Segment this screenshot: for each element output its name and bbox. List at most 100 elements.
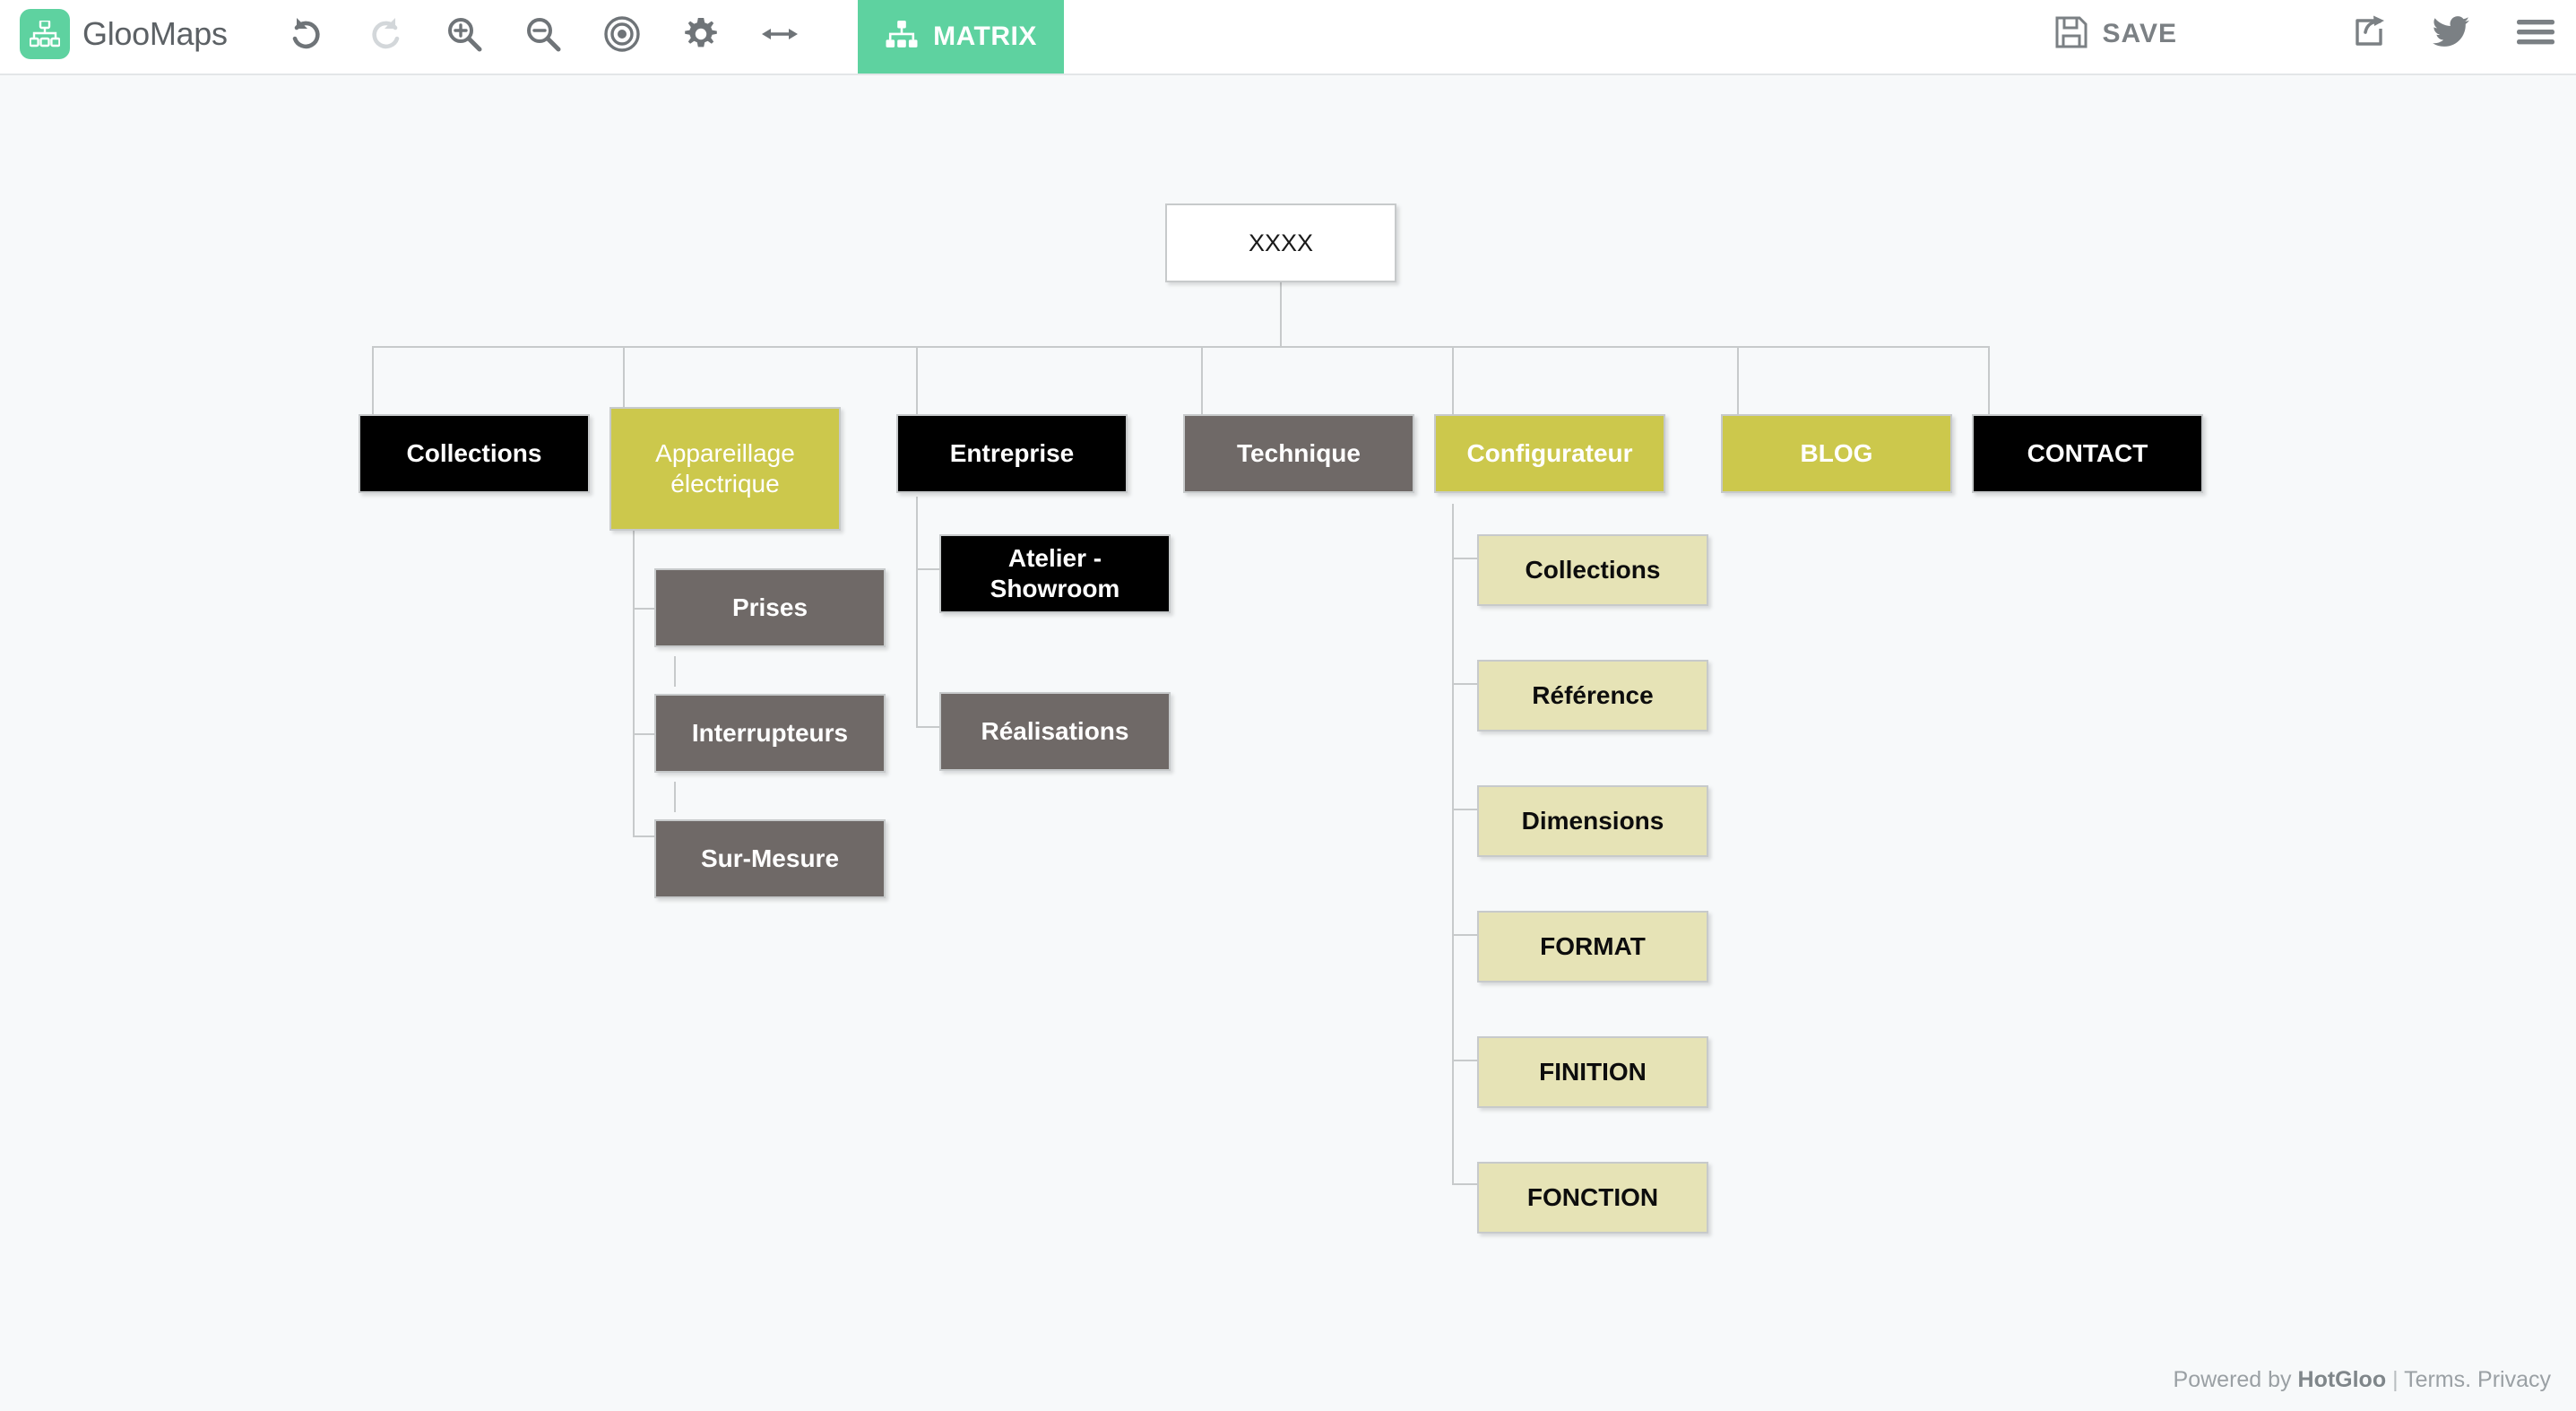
tab-matrix-label: MATRIX xyxy=(933,22,1037,51)
edge-drop-collections xyxy=(372,346,374,414)
edge-level1-bus xyxy=(372,346,1990,348)
sitemap-canvas[interactable]: XXXX Collections Appareillage électrique… xyxy=(0,75,2576,1411)
sitemap-node-label: XXXX xyxy=(1248,229,1314,256)
resize-button[interactable] xyxy=(753,7,807,61)
edge-configurateur-br-2 xyxy=(1452,683,1477,685)
edge-drop-contact xyxy=(1988,346,1990,414)
edge-configurateur-br-4 xyxy=(1452,934,1477,936)
sitemap-icon xyxy=(20,9,70,59)
edge-configurateur-br-1 xyxy=(1452,558,1477,559)
arrows-horizontal-icon xyxy=(760,15,800,53)
sitemap-node-config-reference[interactable]: Référence xyxy=(1477,660,1708,731)
redo-icon xyxy=(367,15,404,53)
top-toolbar: GlooMaps MATRIX SAVE xyxy=(0,0,2576,75)
twitter-icon xyxy=(2433,15,2470,53)
sitemap-node-collections[interactable]: Collections xyxy=(359,414,590,493)
brand-name: GlooMaps xyxy=(82,15,228,52)
undo-icon xyxy=(288,15,325,53)
sitemap-node-sur-mesure[interactable]: Sur-Mesure xyxy=(654,819,886,898)
sitemap-node-label: Collections xyxy=(1525,555,1661,584)
edge-drop-technique xyxy=(1201,346,1203,414)
sitemap-node-label: Prises xyxy=(731,593,808,621)
floppy-disk-icon xyxy=(2054,15,2088,54)
twitter-button[interactable] xyxy=(2433,15,2470,53)
footer-terms-link[interactable]: Terms xyxy=(2404,1367,2465,1392)
sitemap-icon xyxy=(885,20,919,54)
sitemap-node-appareillage-electrique[interactable]: Appareillage électrique xyxy=(609,407,841,531)
edge-entreprise-br-1 xyxy=(916,568,941,570)
tab-matrix[interactable]: MATRIX xyxy=(858,0,1064,74)
sitemap-node-configurateur[interactable]: Configurateur xyxy=(1434,414,1665,493)
save-label: SAVE xyxy=(2102,19,2177,48)
brand: GlooMaps xyxy=(20,9,228,59)
sitemap-node-interrupteurs[interactable]: Interrupteurs xyxy=(654,694,886,773)
sitemap-node-entreprise[interactable]: Entreprise xyxy=(896,414,1128,493)
edge-appareillage-br-2 xyxy=(633,733,656,735)
sitemap-node-label: Atelier - Showroom xyxy=(990,543,1120,602)
save-button[interactable]: SAVE xyxy=(2054,7,2177,61)
edge-configurateur-spine xyxy=(1452,504,1454,1183)
sitemap-node-blog[interactable]: BLOG xyxy=(1721,414,1952,493)
sitemap-node-label: Référence xyxy=(1532,680,1654,709)
sitemap-node-label: Dimensions xyxy=(1521,806,1664,835)
edge-drop-blog xyxy=(1737,346,1739,414)
target-icon xyxy=(603,15,641,53)
gear-icon xyxy=(682,15,720,53)
sitemap-node-atelier-showroom[interactable]: Atelier - Showroom xyxy=(939,534,1171,613)
edge-configurateur-br-5 xyxy=(1452,1060,1477,1061)
sitemap-node-prises[interactable]: Prises xyxy=(654,568,886,647)
sitemap-node-label: FORMAT xyxy=(1540,931,1646,960)
redo-button[interactable] xyxy=(359,7,412,61)
sitemap-node-label: Interrupteurs xyxy=(691,718,849,747)
edge-appareillage-stub-1 xyxy=(674,656,676,687)
zoom-out-icon xyxy=(524,15,562,53)
footer-dot: . xyxy=(2465,1367,2472,1392)
share-button[interactable] xyxy=(2350,14,2386,55)
menu-button[interactable] xyxy=(2517,18,2554,51)
edge-entreprise-br-2 xyxy=(916,726,941,728)
footer-separator: | xyxy=(2392,1367,2399,1392)
sitemap-node-label: CONTACT xyxy=(2027,438,2148,467)
footer-privacy-link[interactable]: Privacy xyxy=(2477,1367,2551,1392)
sitemap-node-config-dimensions[interactable]: Dimensions xyxy=(1477,785,1708,857)
settings-button[interactable] xyxy=(674,7,728,61)
sitemap-node-label: Réalisations xyxy=(981,716,1129,745)
edge-drop-appareillage xyxy=(623,346,625,407)
center-button[interactable] xyxy=(595,7,649,61)
sitemap-node-config-format[interactable]: FORMAT xyxy=(1477,911,1708,983)
sitemap-node-label: Configurateur xyxy=(1466,438,1633,467)
edge-appareillage-br-1 xyxy=(633,608,656,610)
edge-appareillage-br-3 xyxy=(633,835,656,837)
footer-powered-by: Powered by xyxy=(2173,1367,2292,1392)
sitemap-node-label: FONCTION xyxy=(1526,1182,1659,1211)
zoom-in-button[interactable] xyxy=(437,7,491,61)
sitemap-node-config-collections[interactable]: Collections xyxy=(1477,534,1708,606)
edge-appareillage-spine xyxy=(633,531,635,837)
sitemap-node-label: Technique xyxy=(1237,438,1361,467)
sitemap-node-technique[interactable]: Technique xyxy=(1183,414,1414,493)
undo-button[interactable] xyxy=(280,7,333,61)
share-icon xyxy=(2350,14,2386,55)
footer-company: HotGloo xyxy=(2297,1367,2387,1392)
sitemap-node-config-fonction[interactable]: FONCTION xyxy=(1477,1162,1708,1234)
edge-configurateur-br-3 xyxy=(1452,809,1477,810)
sitemap-node-config-finition[interactable]: FINITION xyxy=(1477,1036,1708,1108)
sitemap-node-label: Appareillage électrique xyxy=(655,438,795,498)
zoom-in-icon xyxy=(445,15,483,53)
toolbar-right-icons xyxy=(2350,7,2554,61)
sitemap-node-realisations[interactable]: Réalisations xyxy=(939,692,1171,771)
sitemap-node-label: Sur-Mesure xyxy=(700,844,840,872)
footer: Powered by HotGloo | Terms. Privacy xyxy=(2174,1367,2551,1393)
sitemap-node-contact[interactable]: CONTACT xyxy=(1972,414,2203,493)
sitemap-node-root[interactable]: XXXX xyxy=(1165,203,1396,282)
edge-appareillage-stub-2 xyxy=(674,782,676,812)
sitemap-node-label: FINITION xyxy=(1539,1057,1647,1086)
edge-root-stem xyxy=(1280,282,1282,347)
edge-drop-entreprise xyxy=(916,346,918,414)
edge-entreprise-spine xyxy=(916,497,918,728)
sitemap-node-label: Collections xyxy=(406,438,542,467)
hamburger-menu-icon xyxy=(2517,18,2554,51)
zoom-out-button[interactable] xyxy=(516,7,570,61)
sitemap-node-label: BLOG xyxy=(1800,438,1873,467)
edge-drop-configurateur xyxy=(1452,346,1454,414)
